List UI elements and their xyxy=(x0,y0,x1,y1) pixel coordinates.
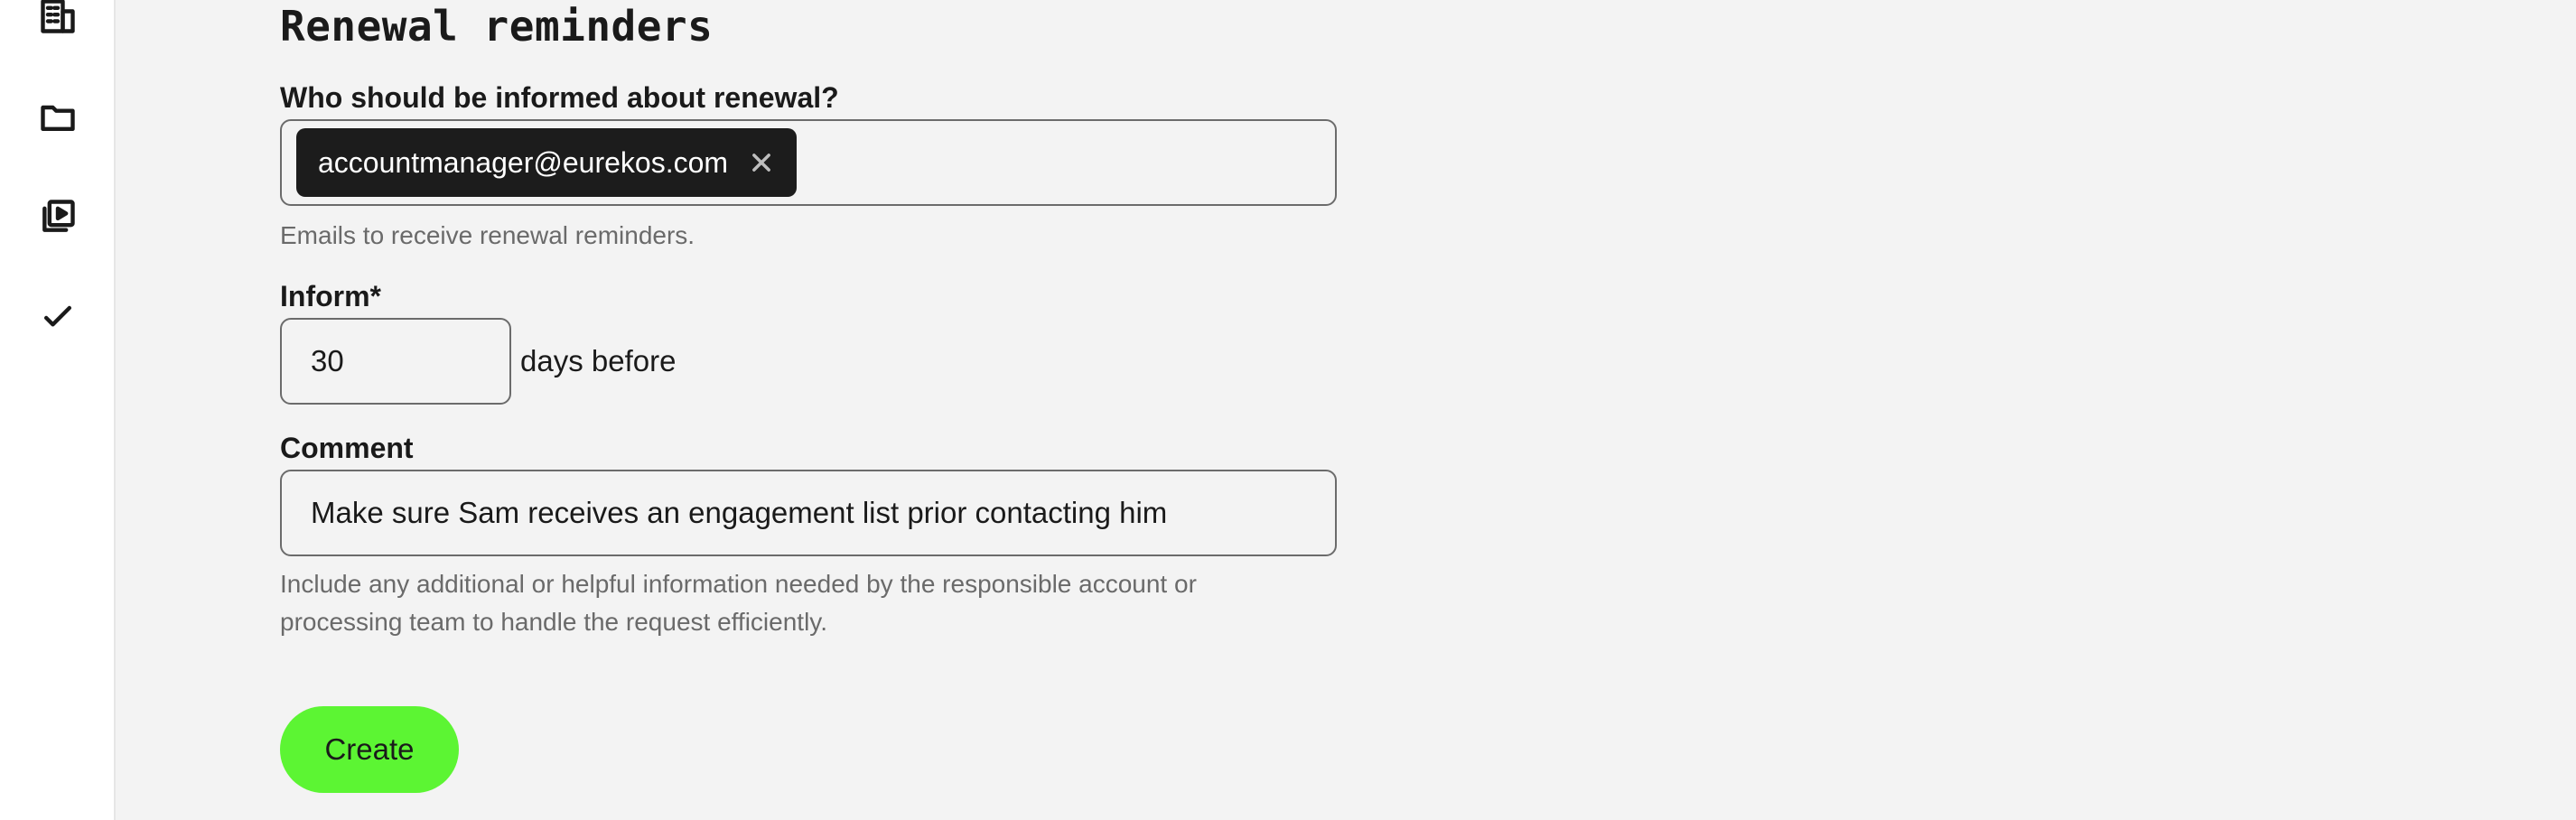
video-library-icon[interactable] xyxy=(38,197,78,237)
check-icon[interactable] xyxy=(38,298,78,338)
comment-label: Comment xyxy=(280,432,414,464)
recipients-input[interactable]: accountmanager@eurekos.com xyxy=(280,119,1337,206)
recipients-help: Emails to receive renewal reminders. xyxy=(280,221,695,249)
inform-days-value: 30 xyxy=(311,344,344,377)
comment-help-line-1: Include any additional or helpful inform… xyxy=(280,570,1197,598)
recipients-label: Who should be informed about renewal? xyxy=(280,81,839,114)
page-title: Renewal reminders xyxy=(280,2,714,51)
comment-value: Make sure Sam receives an engagement lis… xyxy=(311,496,1168,529)
email-chip: accountmanager@eurekos.com xyxy=(296,128,798,197)
building-icon[interactable] xyxy=(38,0,78,36)
folder-icon[interactable] xyxy=(38,98,78,137)
inform-label: Inform* xyxy=(280,280,381,312)
create-button[interactable]: Create xyxy=(280,706,459,793)
email-chip-label: accountmanager@eurekos.com xyxy=(318,145,729,179)
comment-input[interactable]: Make sure Sam receives an engagement lis… xyxy=(280,470,1337,556)
comment-help-line-2: processing team to handle the request ef… xyxy=(280,608,827,636)
sidebar xyxy=(0,0,116,820)
inform-days-input[interactable]: 30 xyxy=(280,318,511,405)
close-icon[interactable] xyxy=(748,149,775,176)
inform-days-suffix: days before xyxy=(520,344,677,377)
